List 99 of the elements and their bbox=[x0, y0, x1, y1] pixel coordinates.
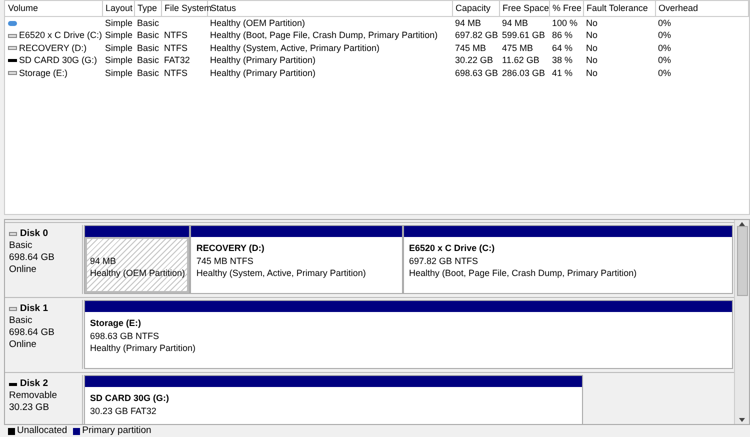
partition-title: RECOVERY (D:) bbox=[196, 242, 266, 254]
column-header[interactable]: Type bbox=[134, 1, 161, 16]
partition-title: Storage (E:) bbox=[90, 317, 142, 330]
table-cell: Basic bbox=[137, 55, 160, 65]
partition-detail: 745 MB NTFS bbox=[196, 254, 254, 267]
table-cell: 0% bbox=[658, 42, 672, 52]
partition-detail: Healthy (Boot, Page File, Crash Dump, Primary Partition) bbox=[409, 267, 638, 280]
partition-block[interactable]: 94 MB Healthy (OEM Partition) bbox=[84, 225, 190, 294]
volume-icon bbox=[8, 20, 17, 26]
table-cell: 745 MB bbox=[455, 42, 486, 52]
table-cell: Simple bbox=[105, 30, 133, 40]
table-cell: Healthy (Primary Partition) bbox=[210, 55, 316, 65]
table-cell: Basic bbox=[137, 68, 160, 78]
table-cell: Basic bbox=[137, 18, 160, 28]
table-cell: Simple bbox=[105, 55, 133, 65]
partition-detail: Healthy (OEM Partition) bbox=[90, 267, 184, 280]
partition-title: SD CARD 30G (G:) bbox=[90, 392, 170, 404]
disk-name: Disk 1 bbox=[20, 303, 48, 315]
volume-row[interactable]: E6520 x C Drive (C:) Simple Basic NTFS Healthy (Boot, Page File, Crash Dump, Primary Partition) 697.82 GB 599.61 GB 86 % No 0% bbox=[5, 29, 748, 42]
column-header[interactable]: Free Space bbox=[499, 1, 549, 16]
drive-icon bbox=[9, 382, 17, 386]
table-cell: No bbox=[586, 68, 598, 78]
column-header[interactable]: Capacity bbox=[452, 1, 499, 16]
partition-detail: Healthy (Primary Partition) bbox=[90, 342, 197, 354]
scrollbar[interactable] bbox=[734, 220, 749, 424]
disk-detail: Removable bbox=[9, 390, 58, 402]
disk-detail: Online bbox=[9, 339, 38, 351]
disk-detail: Basic bbox=[9, 315, 34, 327]
table-cell: Storage (E:) bbox=[19, 68, 68, 78]
disk-name: Disk 0 bbox=[20, 228, 48, 240]
legend-label: Primary partition bbox=[82, 424, 152, 437]
partition-detail: 94 MB bbox=[90, 254, 118, 267]
table-cell: Healthy (Primary Partition) bbox=[210, 68, 316, 78]
table-cell: No bbox=[586, 30, 598, 40]
table-cell: Healthy (System, Active, Primary Partition) bbox=[210, 42, 380, 52]
partition-detail: 30.23 GB FAT32 bbox=[90, 404, 158, 417]
table-cell: 599.61 GB bbox=[502, 30, 546, 40]
table-cell: 11.62 GB bbox=[502, 55, 540, 65]
scroll-down-icon[interactable] bbox=[739, 418, 745, 422]
table-cell: 0% bbox=[658, 68, 672, 78]
table-cell: NTFS bbox=[164, 30, 188, 40]
table-cell: 94 MB bbox=[455, 18, 482, 28]
table-cell: 38 % bbox=[552, 55, 573, 65]
partition-detail: 697.82 GB NTFS bbox=[409, 254, 480, 267]
table-cell: Basic bbox=[137, 42, 160, 52]
table-cell: 475 MB bbox=[502, 42, 534, 52]
table-cell: NTFS bbox=[164, 68, 188, 78]
column-header[interactable]: Fault Tolerance bbox=[583, 1, 655, 16]
partition-block[interactable]: SD CARD 30G (G:) 30.23 GB FAT32 bbox=[84, 375, 583, 424]
table-cell: 30.22 GB bbox=[455, 55, 494, 65]
table-cell: 86 % bbox=[552, 30, 573, 40]
table-cell: 698.63 GB bbox=[455, 68, 498, 78]
table-cell: Simple bbox=[105, 68, 133, 78]
disk-detail: 30.23 GB bbox=[9, 402, 50, 414]
column-header[interactable]: Overhead bbox=[655, 1, 748, 16]
drive-icon bbox=[9, 307, 17, 311]
disk-detail: 698.64 GB bbox=[9, 327, 56, 339]
column-header[interactable]: Layout bbox=[102, 1, 134, 16]
volume-row[interactable]: RECOVERY (D:) Simple Basic NTFS Healthy (System, Active, Primary Partition) 745 MB 475 MB 64 % No 0% bbox=[5, 42, 748, 54]
table-cell: 0% bbox=[658, 18, 672, 28]
volume-row[interactable]: Storage (E:) Simple Basic NTFS Healthy (Primary Partition) 698.63 GB 286.03 GB 41 % No 0% bbox=[5, 66, 748, 79]
volume-row[interactable]: SD CARD 30G (G:) Simple Basic FAT32 Healthy (Primary Partition) 30.22 GB 11.62 GB 38 % No 0% bbox=[5, 54, 748, 66]
table-cell: Basic bbox=[137, 30, 160, 40]
table-cell: Healthy (OEM Partition) bbox=[210, 18, 306, 28]
legend-label: Unallocated bbox=[17, 424, 68, 437]
partition-block[interactable]: E6520 x C Drive (C:) 697.82 GB NTFS Healthy (Boot, Page File, Crash Dump, Primary Partition) bbox=[403, 225, 733, 294]
partition-detail: Healthy (System, Active, Primary Partition) bbox=[196, 267, 367, 280]
table-cell: NTFS bbox=[164, 42, 188, 52]
column-header[interactable]: Volume bbox=[5, 1, 102, 16]
partition-block[interactable]: RECOVERY (D:) 745 MB NTFS Healthy (System, Active, Primary Partition) bbox=[190, 225, 404, 294]
disk-detail: Online bbox=[9, 264, 38, 276]
table-cell: FAT32 bbox=[164, 55, 190, 65]
table-cell: Simple bbox=[105, 42, 133, 52]
table-cell: No bbox=[586, 18, 598, 28]
table-cell: E6520 x C Drive (C:) bbox=[19, 30, 102, 40]
table-cell: 286.03 GB bbox=[502, 68, 546, 78]
table-cell: 697.82 GB bbox=[455, 30, 498, 40]
table-cell: 0% bbox=[658, 30, 672, 40]
table-cell: RECOVERY (D:) bbox=[19, 42, 87, 52]
table-cell: Simple bbox=[105, 18, 133, 28]
table-cell: 41 % bbox=[552, 68, 573, 78]
table-cell: 0% bbox=[658, 55, 672, 65]
disk-name: Disk 2 bbox=[20, 378, 48, 390]
drive-icon bbox=[9, 232, 17, 236]
table-cell: 64 % bbox=[552, 42, 573, 52]
disk-detail: Basic bbox=[9, 240, 34, 252]
table-cell: 100 % bbox=[552, 18, 578, 28]
column-header[interactable]: % Free bbox=[549, 1, 583, 16]
table-cell: No bbox=[586, 42, 598, 52]
scroll-thumb[interactable] bbox=[736, 226, 748, 296]
partition-block[interactable]: Storage (E:) 698.63 GB NTFS Healthy (Primary Partition) bbox=[84, 300, 733, 369]
table-cell: SD CARD 30G (G:) bbox=[19, 55, 98, 65]
partition-detail: 698.63 GB NTFS bbox=[90, 330, 160, 342]
table-cell: No bbox=[586, 55, 598, 65]
volume-row[interactable]: Simple Basic Healthy (OEM Partition) 94 MB 94 MB 100 % No 0% bbox=[5, 16, 748, 29]
table-cell: Healthy (Boot, Page File, Crash Dump, Primary Partition) bbox=[210, 30, 438, 40]
table-cell: 94 MB bbox=[502, 18, 528, 28]
partition-title: E6520 x C Drive (C:) bbox=[409, 242, 496, 254]
disk-detail: 698.64 GB bbox=[9, 252, 56, 264]
